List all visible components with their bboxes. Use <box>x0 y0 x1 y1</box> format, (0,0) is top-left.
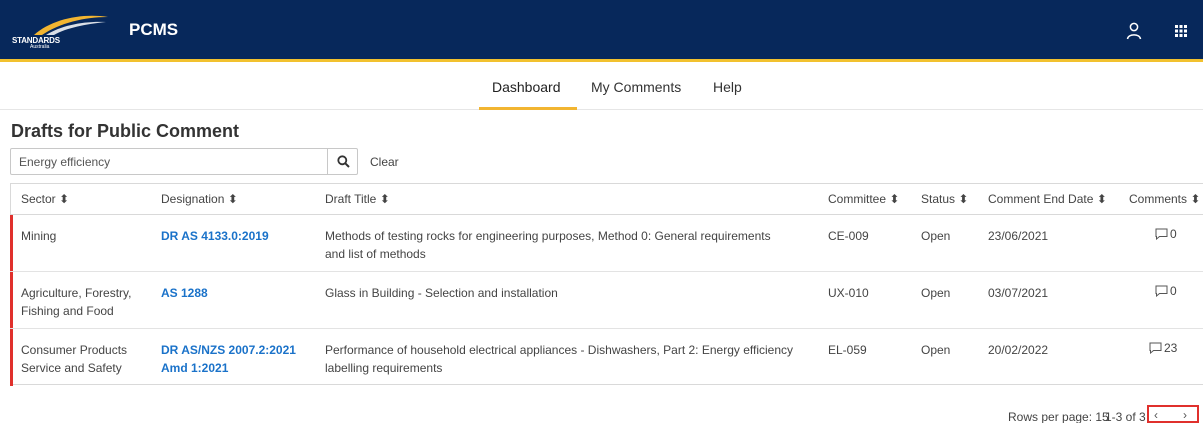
column-header-status[interactable]: Status ⬍ <box>921 184 968 214</box>
apps-grid-icon[interactable] <box>1175 25 1187 37</box>
sort-icon: ⬍ <box>59 192 70 206</box>
logo-subtext: Australia <box>30 44 50 50</box>
sort-icon: ⬍ <box>227 192 238 206</box>
draft-title-cell: Glass in Building - Selection and instal… <box>325 286 558 300</box>
sort-icon: ⬍ <box>958 192 969 206</box>
page-title: Drafts for Public Comment <box>11 121 240 141</box>
comments-count[interactable]: 23 <box>1149 341 1177 355</box>
draft-title-cell: Performance of household electrical appl… <box>325 343 794 375</box>
clear-search-link[interactable]: Clear <box>370 155 399 169</box>
nav-dashboard[interactable]: Dashboard <box>492 79 561 95</box>
sector-cell: Consumer Products Service and Safety <box>21 343 128 375</box>
pagination-controls: ‹ › <box>1147 405 1199 423</box>
comment-icon <box>1155 228 1168 241</box>
column-header-draft-title[interactable]: Draft Title ⬍ <box>325 184 390 214</box>
comments-count[interactable]: 0 <box>1155 227 1177 241</box>
table-row[interactable]: Agriculture, Forestry, Fishing and Food A… <box>10 272 1203 329</box>
row-marker <box>10 215 13 271</box>
sort-icon: ⬍ <box>1096 192 1107 206</box>
comments-count[interactable]: 0 <box>1155 284 1177 298</box>
sort-icon: ⬍ <box>1190 192 1201 206</box>
column-header-committee[interactable]: Committee ⬍ <box>828 184 899 214</box>
app-title[interactable]: PCMS <box>129 20 178 40</box>
active-tab-indicator <box>479 107 577 110</box>
sector-cell: Mining <box>21 229 57 243</box>
drafts-table: Sector ⬍ Designation ⬍ Draft Title ⬍ Com… <box>10 183 1203 386</box>
row-marker <box>10 272 13 328</box>
sort-icon: ⬍ <box>379 192 390 206</box>
designation-link[interactable]: AS 1288 <box>161 284 208 302</box>
main-nav: Dashboard My Comments Help <box>0 65 1203 110</box>
status-cell: Open <box>921 286 951 300</box>
column-header-designation[interactable]: Designation ⬍ <box>161 184 238 214</box>
search-input[interactable] <box>10 148 328 175</box>
comment-icon <box>1155 285 1168 298</box>
comment-icon <box>1149 342 1162 355</box>
draft-title-cell: Methods of testing rocks for engineering… <box>325 229 771 261</box>
next-page-button[interactable]: › <box>1183 408 1187 422</box>
nav-my-comments[interactable]: My Comments <box>591 79 681 95</box>
sort-icon: ⬍ <box>889 192 900 206</box>
end-date-cell: 03/07/2021 <box>988 286 1049 300</box>
designation-link[interactable]: DR AS 4133.0:2019 <box>161 227 269 245</box>
rows-per-page-label[interactable]: Rows per page: 15 <box>1008 410 1109 423</box>
user-icon[interactable] <box>1126 22 1142 40</box>
committee-cell: CE-009 <box>828 229 869 243</box>
status-cell: Open <box>921 229 951 243</box>
prev-page-button[interactable]: ‹ <box>1154 408 1158 422</box>
standards-australia-logo[interactable]: STANDARDS Australia <box>12 13 112 50</box>
column-header-comment-end-date[interactable]: Comment End Date ⬍ <box>988 184 1107 214</box>
row-marker <box>10 329 13 386</box>
committee-cell: EL-059 <box>828 343 867 357</box>
nav-help[interactable]: Help <box>713 79 742 95</box>
sector-cell: Agriculture, Forestry, Fishing and Food <box>21 286 132 318</box>
search-button[interactable] <box>327 148 358 175</box>
table-row[interactable]: Mining DR AS 4133.0:2019 Methods of test… <box>10 215 1203 272</box>
end-date-cell: 23/06/2021 <box>988 229 1049 243</box>
pagination-range: 1-3 of 3 <box>1105 410 1146 423</box>
search-icon <box>337 155 350 168</box>
end-date-cell: 20/02/2022 <box>988 343 1049 357</box>
logo-swoosh-icon <box>34 15 108 35</box>
column-header-sector[interactable]: Sector ⬍ <box>21 184 69 214</box>
designation-link[interactable]: DR AS/NZS 2007.2:2021 Amd 1:2021 <box>161 341 296 377</box>
table-row[interactable]: Consumer Products Service and Safety DR A… <box>10 329 1203 386</box>
top-bar: STANDARDS Australia PCMS <box>0 0 1203 62</box>
committee-cell: UX-010 <box>828 286 869 300</box>
status-cell: Open <box>921 343 951 357</box>
column-header-comments[interactable]: Comments ⬍ <box>1129 184 1200 214</box>
